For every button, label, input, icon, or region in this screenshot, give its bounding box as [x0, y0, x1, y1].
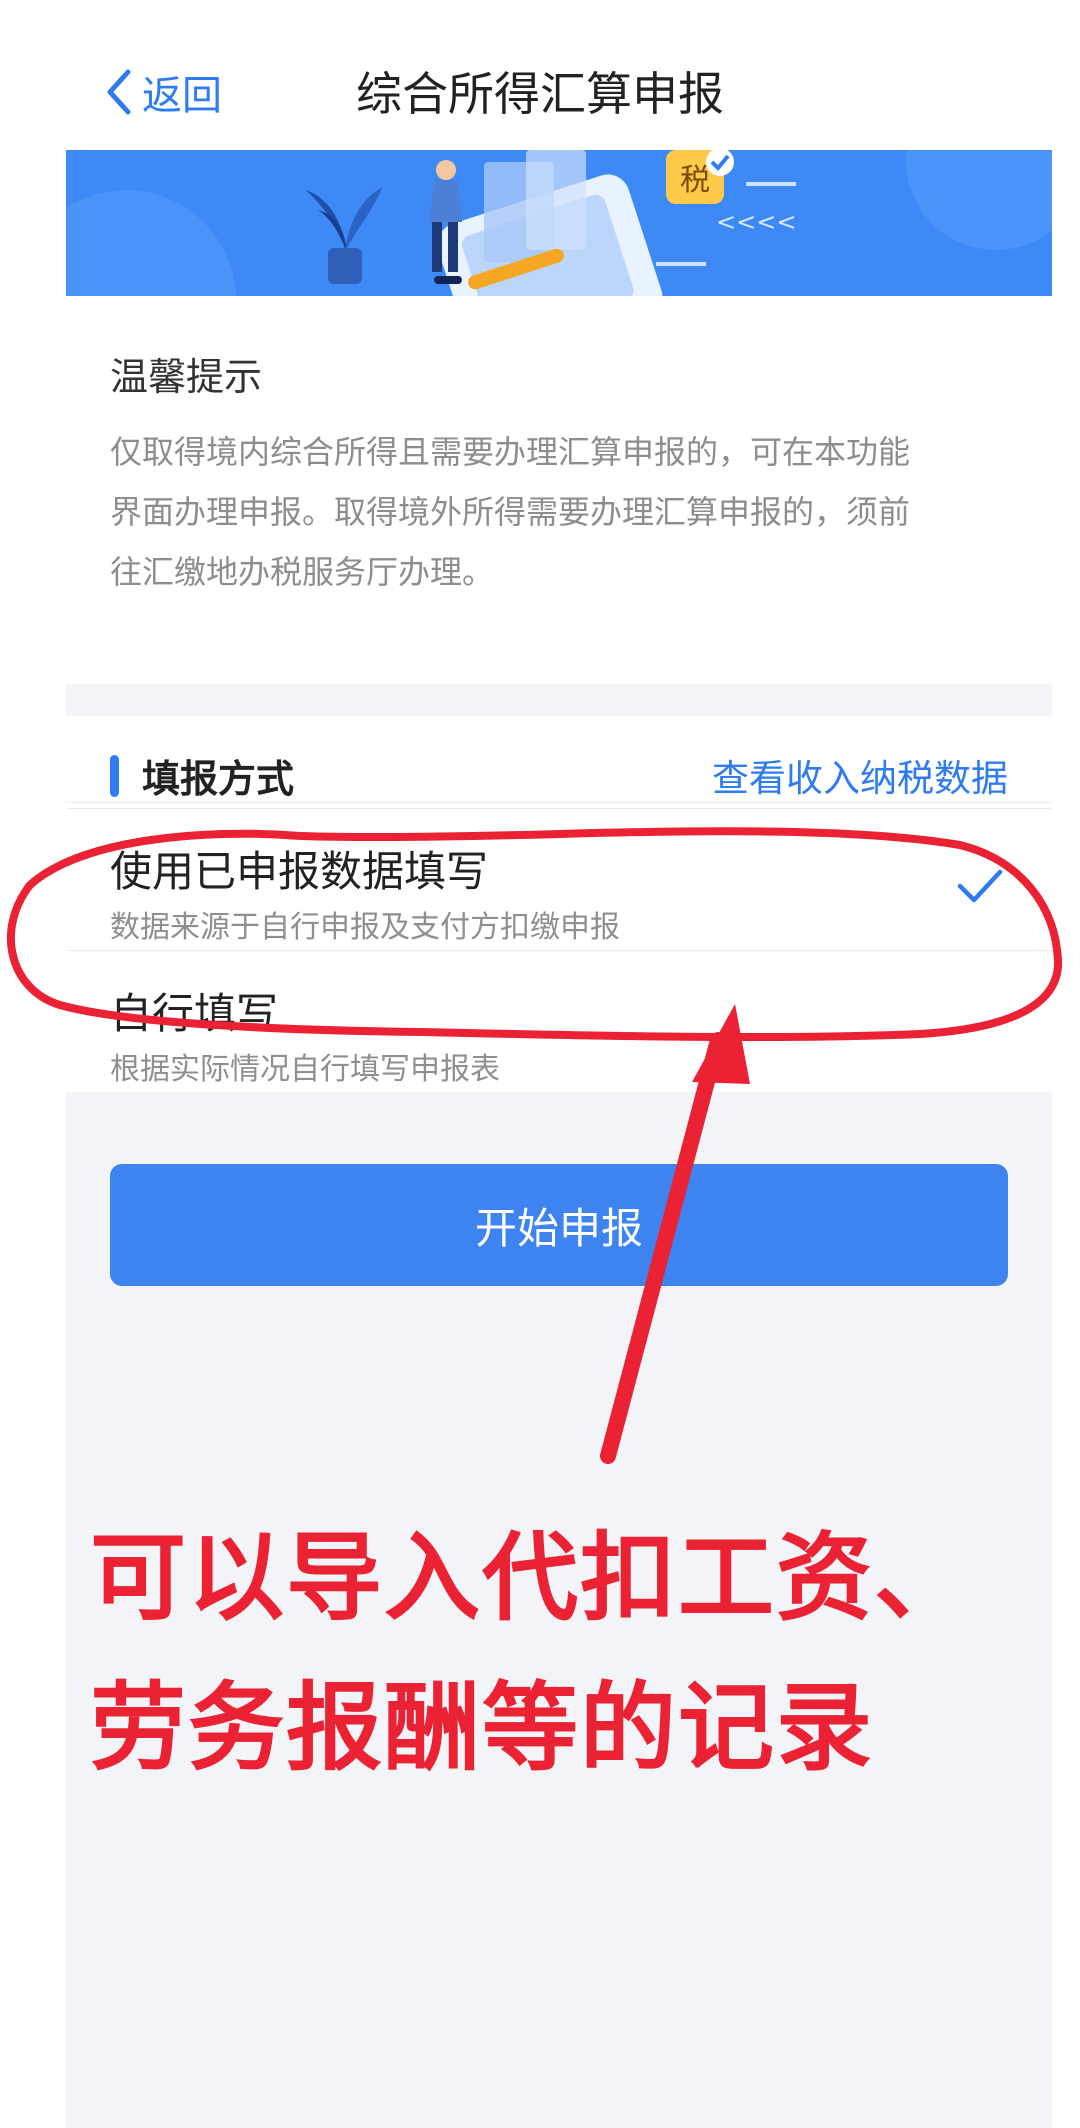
- option-use-declared-data[interactable]: 使用已申报数据填写 数据来源于自行申报及支付方扣缴申报: [66, 810, 1052, 950]
- notice-line: 仅取得境内综合所得且需要办理汇算申报的，可在本功能: [110, 433, 911, 471]
- start-declaration-button[interactable]: 开始申报: [110, 1164, 1008, 1286]
- notice-title: 温馨提示: [110, 355, 263, 399]
- divider: [66, 802, 1052, 803]
- annotation-line-2: 劳务报酬等的记录: [90, 1672, 874, 1784]
- svg-text:<<<<: <<<<: [716, 208, 796, 236]
- banner-art: 税 <<<<: [66, 150, 1052, 296]
- view-tax-data-link[interactable]: 查看收入纳税数据: [712, 748, 1008, 802]
- annotation-line-1: 可以导入代扣工资、: [90, 1522, 972, 1634]
- option-title: 使用已申报数据填写: [110, 847, 489, 896]
- checkmark-icon: [957, 869, 1003, 903]
- banner-illustration: 税 <<<<: [66, 150, 1052, 296]
- plant-icon: [306, 188, 382, 284]
- divider: [66, 950, 1052, 951]
- option-title: 自行填写: [110, 989, 279, 1038]
- section-accent-bar: [110, 755, 119, 797]
- svg-text:税: 税: [680, 163, 710, 198]
- nav-bar: 返回 综合所得汇算申报: [0, 0, 1080, 150]
- divider: [66, 808, 1052, 809]
- section-gap: [66, 684, 1052, 716]
- tax-badge-icon: 税: [666, 150, 734, 204]
- section-title: 填报方式: [142, 757, 295, 801]
- option-self-fill[interactable]: 自行填写 根据实际情况自行填写申报表: [66, 950, 1052, 1090]
- notice-line: 界面办理申报。取得境外所得需要办理汇算申报的，须前: [110, 493, 911, 531]
- page-title: 综合所得汇算申报: [356, 67, 724, 121]
- phone-illustration: [437, 150, 663, 296]
- option-subtitle: 根据实际情况自行填写申报表: [110, 1052, 500, 1087]
- notice-line: 往汇缴地办税服务厅办理。: [110, 553, 495, 591]
- option-subtitle: 数据来源于自行申报及支付方扣缴申报: [110, 910, 620, 945]
- notice-text: 仅取得境内综合所得且需要办理汇算申报的，可在本功能 界面办理申报。取得境外所得需…: [110, 422, 1010, 602]
